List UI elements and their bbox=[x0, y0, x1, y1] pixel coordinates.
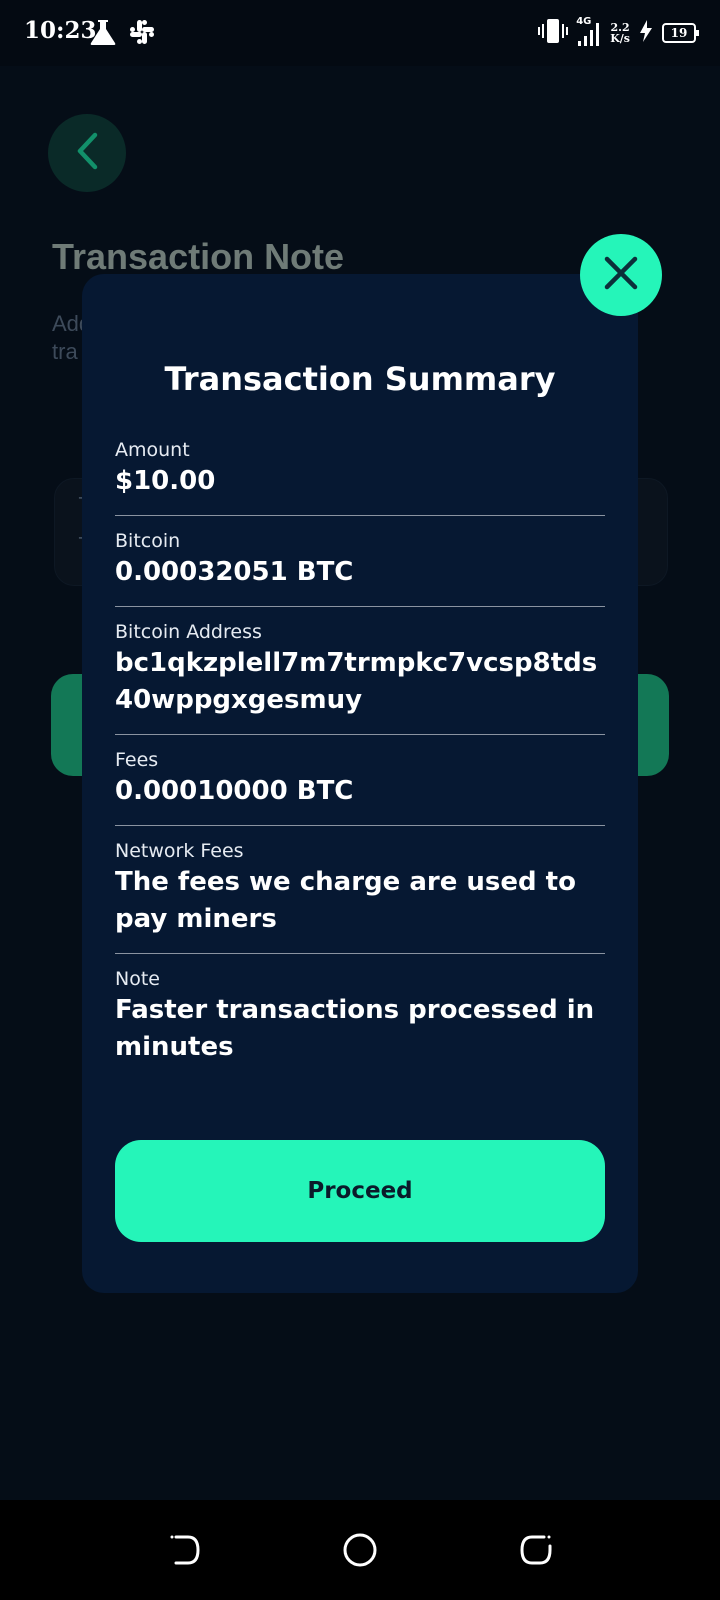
page-title: Transaction Note bbox=[52, 236, 345, 277]
bitcoin-address-label: Bitcoin Address bbox=[115, 621, 262, 643]
network-speed: 2.2 K/s bbox=[610, 22, 630, 44]
status-bar: 10:23 4G 2.2 K/s 19 bbox=[0, 0, 720, 66]
status-icons-right: 4G 2.2 K/s 19 bbox=[538, 16, 699, 48]
recents-nav-icon[interactable] bbox=[518, 1532, 554, 1568]
summary-row-amount: Amount $10.00 bbox=[115, 439, 605, 516]
signal-icon: 4G bbox=[576, 16, 602, 47]
summary-row-bitcoin: Bitcoin 0.00032051 BTC bbox=[115, 516, 605, 607]
bitcoin-value: 0.00032051 BTC bbox=[115, 557, 354, 587]
summary-list: Amount $10.00 Bitcoin 0.00032051 BTC Bit… bbox=[115, 439, 605, 1081]
close-icon bbox=[601, 253, 641, 297]
amount-label: Amount bbox=[115, 439, 190, 461]
home-nav-icon[interactable] bbox=[342, 1532, 378, 1568]
flask-icon bbox=[88, 18, 118, 50]
charging-icon bbox=[638, 19, 654, 47]
fees-value: 0.00010000 BTC bbox=[115, 776, 354, 806]
vibrate-icon bbox=[538, 18, 569, 48]
chevron-left-icon bbox=[73, 131, 101, 175]
network-fees-value: The fees we charge are used to pay miner… bbox=[115, 867, 576, 934]
back-button[interactable] bbox=[48, 114, 126, 192]
bitcoin-address-value: bc1qkzplell7m7trmpkc7vcsp8tds40wppgxgesm… bbox=[115, 648, 598, 715]
summary-row-network-fees: Network Fees The fees we charge are used… bbox=[115, 826, 605, 954]
proceed-button[interactable]: Proceed bbox=[115, 1140, 605, 1242]
battery-icon: 19 bbox=[662, 23, 699, 43]
navigation-bar bbox=[0, 1500, 720, 1600]
status-icons-left bbox=[88, 18, 156, 50]
status-time: 10:23 bbox=[24, 17, 97, 44]
slack-icon bbox=[128, 18, 156, 50]
bitcoin-label: Bitcoin bbox=[115, 530, 181, 552]
fees-label: Fees bbox=[115, 749, 159, 771]
amount-value: $10.00 bbox=[115, 466, 216, 496]
transaction-summary-modal: Transaction Summary Amount $10.00 Bitcoi… bbox=[82, 274, 638, 1293]
summary-row-address: Bitcoin Address bc1qkzplell7m7trmpkc7vcs… bbox=[115, 607, 605, 735]
network-fees-label: Network Fees bbox=[115, 840, 244, 862]
modal-title: Transaction Summary bbox=[164, 360, 556, 398]
summary-row-fees: Fees 0.00010000 BTC bbox=[115, 735, 605, 826]
note-value: Faster transactions processed in minutes bbox=[115, 995, 595, 1062]
close-button[interactable] bbox=[580, 234, 662, 316]
back-nav-icon[interactable] bbox=[168, 1532, 204, 1568]
note-label: Note bbox=[115, 968, 160, 990]
speed-unit: K/s bbox=[610, 32, 630, 45]
summary-row-note: Note Faster transactions processed in mi… bbox=[115, 954, 605, 1081]
